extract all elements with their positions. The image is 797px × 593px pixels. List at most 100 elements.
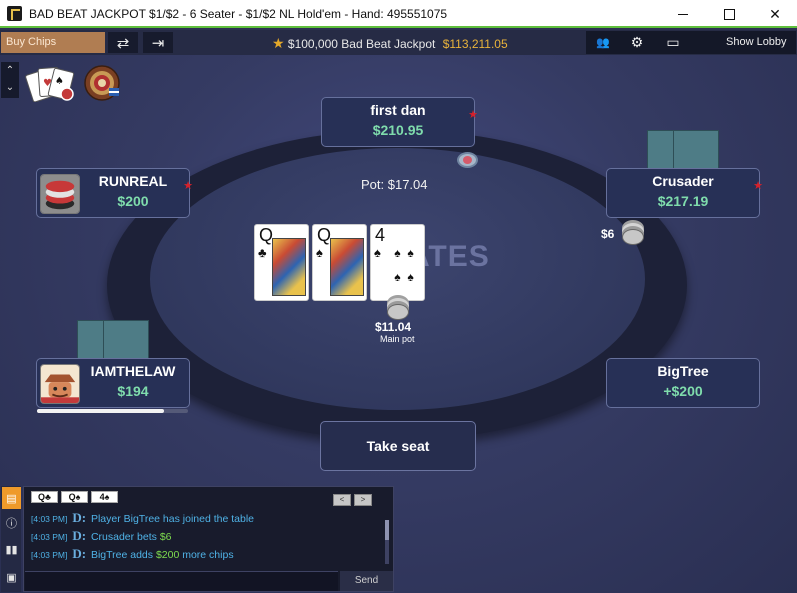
chat-prev-button[interactable]: <: [333, 494, 351, 506]
tab-notes[interactable]: ▣: [2, 566, 21, 588]
player-name: BigTree: [657, 363, 709, 379]
star-marker-icon: ★: [183, 180, 193, 192]
settings-button[interactable]: ⚙: [622, 33, 652, 52]
queen-face-icon: [330, 238, 364, 296]
mini-card: 4♠: [91, 491, 118, 503]
window-layout-icon: ▭: [666, 34, 680, 50]
chat-text: BigTree adds: [90, 549, 156, 561]
chat-input[interactable]: [25, 571, 338, 591]
star-marker-icon: ★: [753, 180, 763, 192]
dealer-icon: D:: [72, 510, 87, 525]
card-pips: ♠ ♠ ♠ ♠: [394, 246, 414, 284]
window-titlebar: BAD BEAT JACKPOT $1/$2 - 6 Seater - $1/$…: [0, 0, 797, 28]
seat-right-lower[interactable]: BigTree +$200: [606, 358, 760, 408]
player-name: IAMTHELAW: [90, 363, 176, 379]
app-logo-icon: [7, 6, 22, 21]
chat-next-button[interactable]: >: [354, 494, 372, 506]
tab-info[interactable]: ⓘ: [2, 512, 21, 534]
maximize-button[interactable]: [706, 0, 752, 28]
board-card: Q ♠: [312, 224, 367, 301]
tab-chat[interactable]: ▤: [2, 487, 21, 509]
card-rank: Q: [259, 225, 274, 245]
jackpot-amount: $113,211.05: [442, 37, 508, 51]
buy-chips-button[interactable]: Buy Chips: [1, 32, 105, 53]
close-button[interactable]: ✕: [752, 0, 797, 28]
hand-history-cards: Q♣ Q♠ 4♠: [31, 491, 121, 503]
chat-bubble-icon: ▤: [6, 492, 17, 505]
star-marker-icon: ★: [468, 109, 478, 121]
dealer-icon: D:: [72, 546, 87, 561]
card-back: [673, 130, 719, 170]
seat-right-upper[interactable]: Crusader $217.19 ★: [606, 168, 763, 218]
player-stack: $210.95: [372, 122, 424, 138]
card-back: [103, 320, 149, 360]
chips-avatar: [40, 174, 80, 214]
queen-face-icon: [272, 238, 306, 296]
seat-top[interactable]: first dan $210.95 ★: [321, 97, 478, 147]
send-button[interactable]: Send: [340, 571, 393, 591]
tab-stats[interactable]: ▮▮: [2, 538, 21, 560]
card-suit: ♠: [374, 245, 381, 260]
player-stack: $194: [117, 383, 149, 399]
bet-chips-icon: [622, 229, 644, 245]
window-title: BAD BEAT JACKPOT $1/$2 - 6 Seater - $1/$…: [29, 7, 448, 21]
seat-left-lower[interactable]: IAMTHELAW $194: [36, 358, 190, 408]
player-stack: +$200: [663, 383, 703, 399]
card-rank: Q: [317, 225, 332, 245]
chat-time: [4:03 PM]: [31, 550, 68, 560]
minimize-button[interactable]: [660, 0, 706, 28]
chevron-up-icon[interactable]: ⌃: [1, 62, 19, 79]
pot-chips-icon: [387, 304, 409, 320]
mini-card: Q♠: [61, 491, 88, 503]
cards-deck-icon[interactable]: ♥ ♠: [25, 64, 77, 102]
bar-chart-icon: ▮▮: [5, 543, 18, 556]
pot-total: Pot: $17.04: [361, 177, 428, 192]
right-toolbar: 👥 ⚙ ▭ Show Lobby: [586, 31, 796, 54]
bet-amount: $6: [601, 227, 615, 241]
chat-money: $200: [155, 549, 180, 561]
action-timer-bar: [37, 409, 164, 413]
board-card: 4 ♠ ♠ ♠ ♠ ♠: [370, 224, 425, 301]
chat-time: [4:03 PM]: [31, 532, 68, 542]
svg-text:♠: ♠: [55, 76, 64, 87]
layout-button[interactable]: ▭: [658, 33, 688, 52]
chat-text-suffix: more chips: [179, 549, 234, 561]
card-suit: ♣: [258, 245, 267, 260]
main-pot-label: Main pot: [380, 334, 415, 344]
main-pot-amount: $11.04: [375, 320, 412, 334]
chat-panel: Q♣ Q♠ 4♠ < > [4:03 PM] D: Player BigTree h…: [23, 486, 394, 592]
star-icon: ★: [272, 35, 285, 51]
chat-line: [4:03 PM] D: Crusader bets $6: [31, 528, 172, 544]
chat-line: [4:03 PM] D: BigTree adds $200 more chip…: [31, 546, 234, 562]
rebuy-button[interactable]: ⇄: [108, 32, 138, 53]
mini-card: Q♣: [31, 491, 58, 503]
dealer-button-icon: [457, 152, 478, 168]
show-lobby-button[interactable]: Show Lobby: [726, 36, 787, 48]
seat-left-upper[interactable]: RUNREAL $200 ★: [36, 168, 193, 218]
chat-time: [4:03 PM]: [31, 514, 68, 524]
roulette-wheel-icon[interactable]: [83, 64, 121, 102]
svg-text:♥: ♥: [43, 78, 52, 89]
player-stack: $200: [117, 193, 149, 209]
chat-money: $6: [159, 531, 172, 543]
chat-text: Player BigTree has joined the table: [90, 513, 254, 525]
exit-icon: ⇥: [151, 34, 165, 52]
player-name: RUNREAL: [98, 173, 168, 189]
player-name: Crusader: [652, 173, 714, 189]
card-suit: ♠: [316, 245, 323, 260]
chevron-down-icon[interactable]: ⌄: [1, 79, 19, 96]
leave-table-button[interactable]: ⇥: [143, 32, 173, 53]
take-seat-button[interactable]: Take seat: [320, 421, 476, 471]
dealer-icon: D:: [72, 528, 87, 543]
swap-icon: ⇄: [116, 34, 130, 52]
users-icon: 👥: [596, 37, 610, 49]
chat-scrollbar-thumb[interactable]: [385, 520, 389, 540]
info-icon: ⓘ: [6, 518, 17, 530]
chat-line: [4:03 PM] D: Player BigTree has joined t…: [31, 510, 254, 526]
table-scroll-control[interactable]: ⌃ ⌄: [1, 62, 19, 98]
player-name: first dan: [370, 102, 426, 118]
chat-text: Crusader bets: [90, 531, 160, 543]
player-stack: $217.19: [657, 193, 709, 209]
chat-side-tabs: ▤ ⓘ ▮▮ ▣: [1, 486, 21, 592]
players-button[interactable]: 👥: [588, 33, 618, 52]
